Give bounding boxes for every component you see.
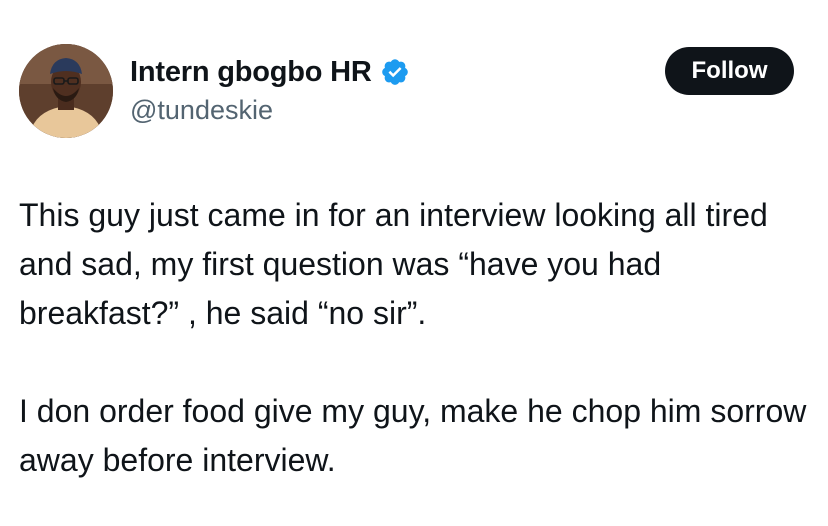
tweet-card: Intern gbogbo HR @tundeskie Follow This … <box>0 0 828 526</box>
author-display-name[interactable]: Intern gbogbo HR <box>130 56 372 89</box>
follow-button[interactable]: Follow <box>665 47 794 95</box>
author-name-row: Intern gbogbo HR <box>130 54 410 90</box>
author-handle[interactable]: @tundeskie <box>130 95 273 126</box>
avatar[interactable] <box>19 44 113 138</box>
verified-badge-icon <box>380 57 410 87</box>
tweet-paragraph: I don order food give my guy, make he ch… <box>19 393 807 478</box>
tweet-text: This guy just came in for an interview l… <box>19 191 809 485</box>
tweet-paragraph: This guy just came in for an interview l… <box>19 197 768 331</box>
avatar-photo-icon <box>19 44 113 138</box>
